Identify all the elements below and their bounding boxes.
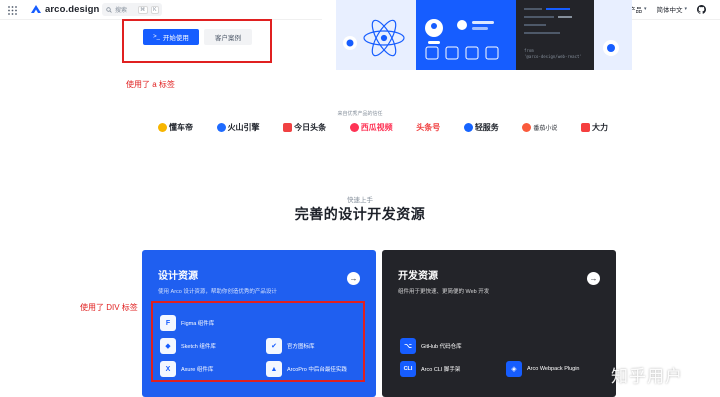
arrow-right-icon[interactable]: →: [347, 272, 360, 285]
card-description: 组件用于更快速、更简便的 Web 开发: [398, 289, 490, 295]
brand-logo: 西瓜视频: [349, 122, 393, 133]
chevron-down-icon: ▾: [643, 6, 647, 12]
highlight-box-buttons: [122, 19, 272, 63]
brand-name: 轻服务: [474, 123, 499, 132]
resource-label: Arco CLI 脚手架: [421, 367, 461, 373]
resource-link-github[interactable]: ⌥ GitHub 代码仓库: [400, 338, 462, 354]
brand-name: 今日头条: [294, 123, 327, 132]
svg-text:'@arco-design/web-react': '@arco-design/web-react': [524, 54, 582, 59]
brand-mark-icon: [580, 123, 590, 132]
dev-resources-card[interactable]: 开发资源 组件用于更快速、更简便的 Web 开发 → ⌥ GitHub 代码仓库…: [382, 250, 616, 397]
chevron-down-icon: ▾: [684, 6, 687, 12]
hero-illustration: from '@arco-design/web-react': [322, 0, 632, 70]
brand-name: 番茄小说: [533, 126, 558, 132]
brand-name: 懂车帝: [169, 123, 193, 132]
brand-logo: 懂车帝: [158, 122, 193, 133]
brand-logo: 火山引擎: [216, 122, 260, 133]
brand-mark-icon: [216, 123, 226, 132]
brand-name: 西瓜视频: [360, 123, 393, 132]
brand-logo: 大力: [580, 122, 608, 133]
card-title: 开发资源: [398, 271, 438, 282]
resource-link-cli[interactable]: CLI Arco CLI 脚手架: [400, 361, 460, 377]
brand-mark-icon: [158, 123, 167, 132]
search-icon: [106, 6, 112, 13]
brand-name: 大力: [591, 123, 608, 132]
brand-name: 头条号: [416, 123, 441, 132]
section-kicker: 快速上手: [347, 197, 373, 204]
search-placeholder: 搜索: [115, 8, 128, 14]
brand-mark-icon: [522, 123, 532, 132]
brand-mark-icon: [349, 123, 359, 132]
brand-mark-icon: [283, 123, 293, 132]
search-input[interactable]: 搜索 ⌘ K: [102, 3, 162, 16]
section-title: 完善的设计开发资源: [294, 206, 426, 222]
annotation-div-tag: 使用了 DIV 标签: [80, 303, 138, 312]
resource-label: Arco Webpack Plugin: [527, 366, 580, 372]
brand-logo: 今日头条: [283, 122, 326, 133]
nav-item-label: 简体中文: [656, 7, 683, 14]
webpack-icon: ◈: [506, 361, 522, 377]
annotation-a-tag: 使用了 a 标签: [126, 80, 175, 89]
shortcut-key-k: K: [150, 5, 159, 14]
logo[interactable]: arco.design: [30, 3, 99, 15]
svg-text:from: from: [524, 48, 534, 53]
card-description: 使用 Arco 设计资源，帮助你创造优秀的产品设计: [158, 289, 277, 295]
nav-item-language[interactable]: 简体中文 ▾: [656, 4, 687, 14]
app-grid-icon[interactable]: [8, 6, 17, 15]
resource-link-webpack[interactable]: ◈ Arco Webpack Plugin: [506, 361, 579, 377]
logo-text: arco.design: [45, 3, 100, 15]
github-icon[interactable]: [697, 4, 706, 14]
github-icon: ⌥: [400, 338, 416, 354]
resource-label: GitHub 代码仓库: [421, 344, 462, 350]
brand-logo: 番茄小说: [522, 123, 557, 132]
brand-logos: 懂车帝 火山引擎 今日头条 西瓜视频 头条号 轻服务 番茄小说 大力: [158, 122, 608, 133]
highlight-box-resources: [151, 301, 365, 382]
brand-logo: 轻服务: [463, 122, 499, 133]
brand-name: 火山引擎: [227, 123, 260, 132]
shortcut-key-cmd: ⌘: [137, 5, 148, 14]
cli-icon: CLI: [400, 361, 416, 377]
brand-logo: 头条号: [416, 122, 440, 133]
card-title: 设计资源: [158, 271, 198, 282]
brands-title: 来自优秀产品的信任: [337, 111, 383, 117]
arco-logo-icon: [31, 5, 41, 13]
watermark: 知乎用户: [611, 367, 683, 386]
brand-mark-icon: [463, 123, 473, 132]
arrow-right-icon[interactable]: →: [587, 272, 600, 285]
